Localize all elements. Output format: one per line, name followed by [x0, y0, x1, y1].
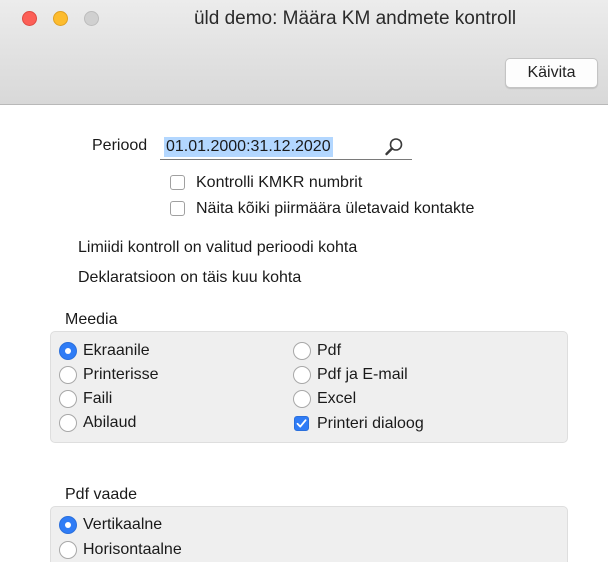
pdf-view-group-title: Pdf vaade [65, 486, 138, 503]
radio-printer-label: Printerisse [83, 366, 159, 383]
radio-printer-dot[interactable] [59, 366, 77, 384]
radio-screen-dot[interactable] [59, 342, 77, 360]
checkbox-show-all-contacts[interactable] [170, 201, 185, 216]
check-show-all-contacts[interactable]: Näita kõiki piirmäära ületavaid kontakte [170, 199, 530, 219]
radio-screen-label: Ekraanile [83, 342, 150, 359]
media-group-title: Meedia [65, 311, 118, 328]
magnifier-icon[interactable] [384, 137, 404, 157]
check-printer-dialog[interactable]: Printeri dialoog [294, 414, 494, 434]
radio-file-dot[interactable] [59, 390, 77, 408]
pdf-view-group-box: Vertikaalne Horisontaalne [50, 506, 568, 562]
checkmark-icon [296, 419, 307, 428]
info-declaration-text: Deklaratsioon on täis kuu kohta [78, 269, 302, 286]
radio-pdf-dot[interactable] [293, 342, 311, 360]
check-kmkr[interactable]: Kontrolli KMKR numbrit [170, 173, 430, 193]
check-printer-dialog-label: Printeri dialoog [317, 415, 424, 432]
radio-vertical-label: Vertikaalne [83, 516, 163, 533]
period-field[interactable]: 01.01.2000:31.12.2020 [160, 134, 412, 160]
radio-excel-label: Excel [317, 390, 357, 407]
radio-clipboard-dot[interactable] [59, 414, 77, 432]
info-limit-text: Limiidi kontroll on valitud perioodi koh… [78, 239, 358, 256]
radio-horizontal-label: Horisontaalne [83, 541, 182, 558]
run-button[interactable]: Käivita [505, 58, 598, 88]
period-value[interactable]: 01.01.2000:31.12.2020 [164, 137, 333, 157]
radio-excel-dot[interactable] [293, 390, 311, 408]
radio-pdf-email-dot[interactable] [293, 366, 311, 384]
checkbox-printer-dialog[interactable] [294, 416, 309, 431]
check-show-all-contacts-label: Näita kõiki piirmäära ületavaid kontakte [196, 200, 475, 217]
radio-horizontal-dot[interactable] [59, 541, 77, 559]
radio-clipboard-label: Abilaud [83, 414, 137, 431]
checkbox-kmkr[interactable] [170, 175, 185, 190]
window-title: üld demo: Määra KM andmete kontroll [193, 8, 517, 29]
window-titlebar: üld demo: Määra KM andmete kontroll Käiv… [0, 0, 608, 105]
check-kmkr-label: Kontrolli KMKR numbrit [196, 174, 363, 191]
radio-pdf-label: Pdf [317, 342, 342, 359]
radio-pdf-email-label: Pdf ja E-mail [317, 366, 408, 383]
radio-file-label: Faili [83, 390, 113, 407]
media-group-box: Ekraanile Printerisse Faili Abilaud Pdf … [50, 331, 568, 443]
period-label: Periood [92, 137, 148, 154]
radio-vertical-dot[interactable] [59, 516, 77, 534]
